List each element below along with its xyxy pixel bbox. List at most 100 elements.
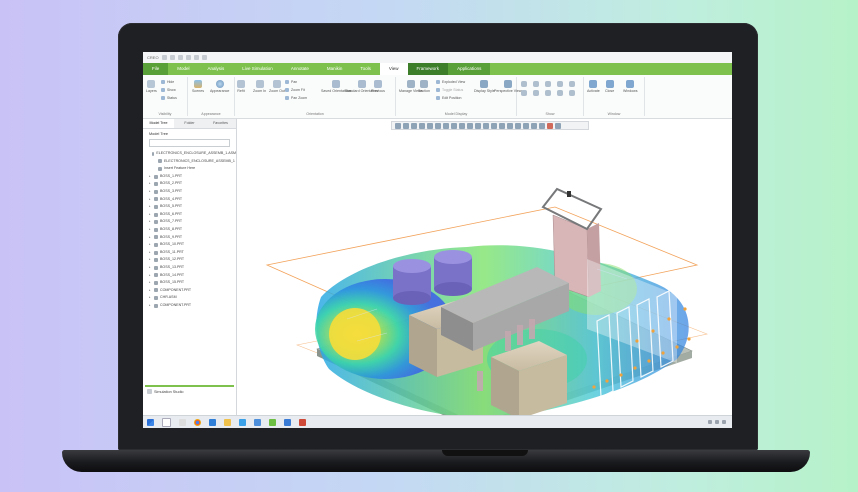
expand-arrow-icon[interactable]: ▸ xyxy=(149,234,152,242)
exploded-view-button[interactable]: Exploded View xyxy=(436,80,465,84)
tab-view[interactable]: View xyxy=(379,63,408,75)
csys-icon[interactable] xyxy=(557,81,563,87)
graphics-viewport[interactable] xyxy=(237,119,732,415)
toggle-status-button[interactable]: Toggle Status xyxy=(436,88,463,92)
scenes-button[interactable]: Scenes xyxy=(192,80,204,93)
tree-item[interactable]: ▸ BOSS_8.PRT xyxy=(143,226,236,234)
expand-arrow-icon[interactable]: ▸ xyxy=(149,241,152,249)
tree-item[interactable]: ▸ BOSS_12.PRT xyxy=(143,256,236,264)
tree-item[interactable]: ▸ BOSS_11.PRT xyxy=(143,249,236,257)
edit-position-button[interactable]: Edit Position xyxy=(436,96,461,100)
edge-icon[interactable] xyxy=(209,418,216,426)
show-button[interactable]: Show xyxy=(161,88,176,92)
pan-button[interactable]: Pan xyxy=(285,80,297,84)
tree-item[interactable]: ▸ BOSS_14.PRT xyxy=(143,272,236,280)
windows-button[interactable]: Windows xyxy=(623,80,638,93)
tree-item[interactable]: ▸ BOSS_6.PRT xyxy=(143,211,236,219)
tree-item[interactable]: ▸ CHR.ASM xyxy=(143,294,236,302)
section-button[interactable]: Section xyxy=(418,80,430,93)
mail-icon[interactable] xyxy=(254,418,261,426)
expand-arrow-icon[interactable]: ▸ xyxy=(149,302,152,310)
tab-tools[interactable]: Tools xyxy=(351,63,380,75)
csys-tag-icon[interactable] xyxy=(569,90,575,96)
tree-search-input[interactable] xyxy=(149,139,230,147)
point-tag-icon[interactable] xyxy=(557,90,563,96)
network-icon[interactable] xyxy=(708,420,712,424)
tree-item[interactable]: ▸ COMPONENT.PRT xyxy=(143,287,236,295)
tree-item[interactable]: ▸ BOSS_3.PRT xyxy=(143,188,236,196)
chrome-icon[interactable] xyxy=(194,418,201,426)
expand-arrow-icon[interactable]: ▸ xyxy=(149,226,152,234)
simulation-studio-item[interactable]: Simulation Studio xyxy=(147,389,184,394)
previous-button[interactable]: Previous xyxy=(371,80,385,93)
tab-annotate[interactable]: Annotate xyxy=(282,63,318,75)
display-style-button[interactable]: Display Style xyxy=(474,80,495,93)
datum-planes-icon[interactable] xyxy=(521,81,527,87)
tab-framework[interactable]: Framework xyxy=(407,63,449,75)
new-icon[interactable] xyxy=(161,55,167,60)
word-icon[interactable] xyxy=(284,418,291,426)
tree-item[interactable]: ▸ BOSS_13.PRT xyxy=(143,264,236,272)
volume-icon[interactable] xyxy=(715,420,719,424)
tab-live-simulation[interactable]: Live Simulation xyxy=(233,63,282,75)
zoom-out-button[interactable]: Zoom Out xyxy=(269,80,285,93)
datum-points-icon[interactable] xyxy=(545,81,551,87)
save-icon[interactable] xyxy=(177,55,183,60)
tab-model-tree[interactable]: Model Tree xyxy=(143,119,174,128)
tab-analysis[interactable]: Analysis xyxy=(199,63,234,75)
tab-applications[interactable]: Applications xyxy=(448,63,491,75)
close-button[interactable]: Close xyxy=(605,80,614,93)
tree-item[interactable]: ▸ BOSS_7.PRT xyxy=(143,218,236,226)
tab-folder[interactable]: Folder xyxy=(174,119,205,128)
tab-model[interactable]: Model xyxy=(168,63,198,75)
spin-center-icon[interactable] xyxy=(521,90,527,96)
appearance-button[interactable]: Appearance xyxy=(210,80,229,93)
expand-arrow-icon[interactable]: ▸ xyxy=(149,211,152,219)
plane-tag-icon[interactable] xyxy=(533,90,539,96)
tab-file[interactable]: File xyxy=(143,63,169,75)
expand-arrow-icon[interactable]: ▸ xyxy=(149,173,152,181)
axis-tag-icon[interactable] xyxy=(545,90,551,96)
tree-item[interactable]: ▸ BOSS_1.PRT xyxy=(143,173,236,181)
undo-icon[interactable] xyxy=(185,55,191,60)
zoom-fit-button[interactable]: Zoom Fit xyxy=(285,88,305,92)
windows-start-icon[interactable] xyxy=(147,418,154,426)
tab-manikin[interactable]: Manikin xyxy=(318,63,352,75)
expand-arrow-icon[interactable]: ▸ xyxy=(149,272,152,280)
powerpoint-icon[interactable] xyxy=(299,418,306,426)
tree-item[interactable]: ▸ BOSS_15.PRT xyxy=(143,279,236,287)
task-view-icon[interactable] xyxy=(179,418,186,426)
tree-item[interactable]: Insert Feature Here xyxy=(143,165,236,173)
tree-item[interactable]: ▸ BOSS_2.PRT xyxy=(143,180,236,188)
tree-item[interactable]: ELECTRONICS_ENCLOSURE_ASSEMB_1.ASM xyxy=(143,150,236,158)
tree-item[interactable]: ▸ BOSS_10.PRT xyxy=(143,241,236,249)
redo-icon[interactable] xyxy=(193,55,199,60)
store-icon[interactable] xyxy=(239,418,246,426)
refit-button[interactable]: Refit xyxy=(237,80,245,93)
expand-arrow-icon[interactable]: ▸ xyxy=(149,264,152,272)
hide-button[interactable]: Hide xyxy=(161,80,174,84)
activate-button[interactable]: Activate xyxy=(587,80,600,93)
layers-button[interactable]: Layers xyxy=(146,80,157,93)
notification-icon[interactable] xyxy=(722,420,726,424)
search-icon[interactable] xyxy=(162,417,171,427)
datum-axes-icon[interactable] xyxy=(533,81,539,87)
expand-arrow-icon[interactable]: ▸ xyxy=(149,180,152,188)
creo-icon[interactable] xyxy=(269,418,276,426)
expand-arrow-icon[interactable]: ▸ xyxy=(149,256,152,264)
zoom-in-button[interactable]: Zoom In xyxy=(253,80,266,93)
expand-arrow-icon[interactable]: ▸ xyxy=(149,203,152,211)
file-explorer-icon[interactable] xyxy=(224,418,231,426)
status-button[interactable]: Status xyxy=(161,96,177,100)
expand-arrow-icon[interactable]: ▸ xyxy=(149,249,152,257)
tree-item[interactable]: ▸ BOSS_5.PRT xyxy=(143,203,236,211)
annotations-icon[interactable] xyxy=(569,81,575,87)
expand-arrow-icon[interactable]: ▸ xyxy=(149,196,152,204)
open-icon[interactable] xyxy=(169,55,175,60)
pan-zoom-button[interactable]: Pan Zoom xyxy=(285,96,307,100)
tab-favorites[interactable]: Favorites xyxy=(205,119,236,128)
expand-arrow-icon[interactable]: ▸ xyxy=(149,279,152,287)
expand-arrow-icon[interactable]: ▸ xyxy=(149,188,152,196)
expand-arrow-icon[interactable]: ▸ xyxy=(149,218,152,226)
tree-item[interactable]: ▸ BOSS_9.PRT xyxy=(143,234,236,242)
